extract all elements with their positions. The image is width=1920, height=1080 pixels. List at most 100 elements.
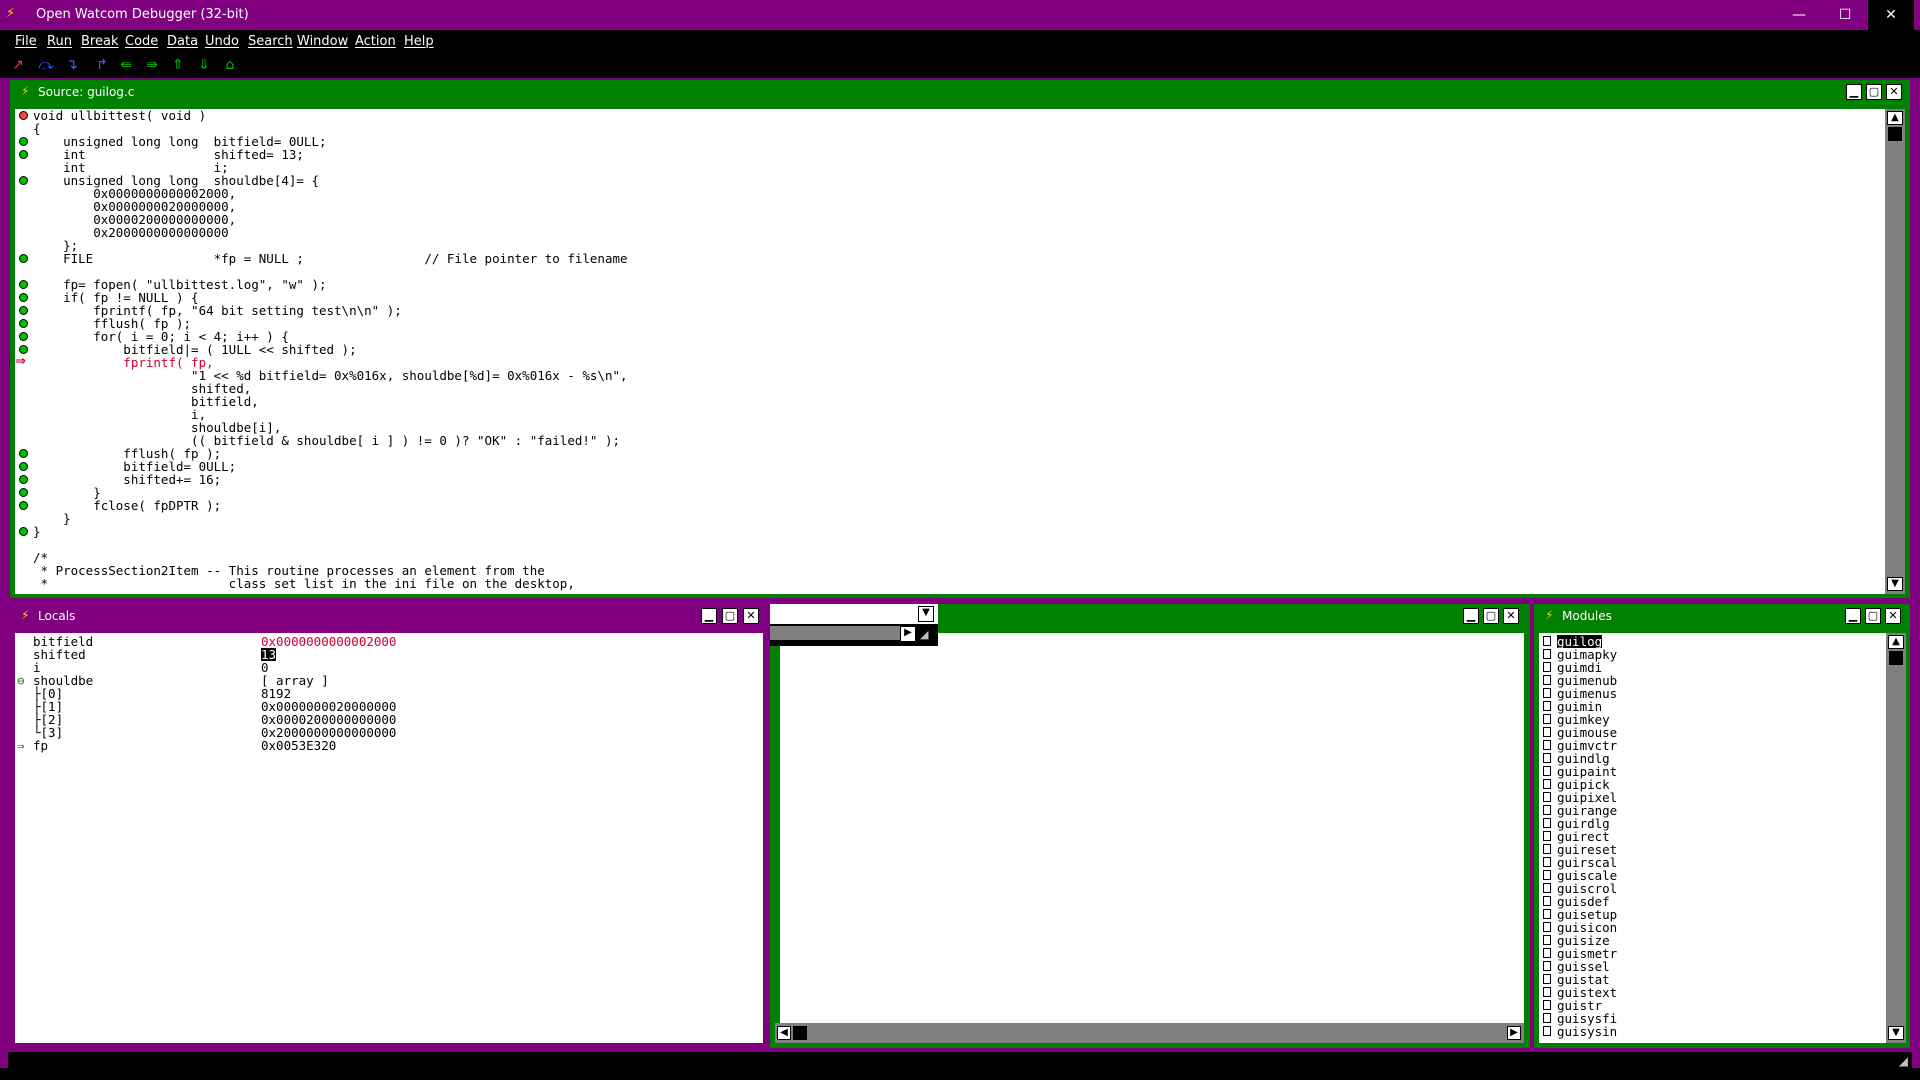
down-stack-icon[interactable]: ⇓ — [195, 56, 213, 74]
scroll-down-icon[interactable]: ▼ — [1887, 577, 1903, 591]
menu-code[interactable]: Code — [125, 34, 158, 49]
breakpoint-marker-icon[interactable] — [19, 345, 28, 354]
maximize-button[interactable]: ☐ — [1822, 0, 1868, 30]
source-minimize-button[interactable]: ▁ — [1846, 84, 1862, 100]
go-icon[interactable]: ↗ — [9, 56, 27, 74]
middle-maximize-button[interactable]: ▢ — [1483, 608, 1499, 624]
source-line[interactable]: 0x2000000000000000 — [33, 226, 628, 239]
up-stack-icon[interactable]: ⇑ — [169, 56, 187, 74]
resize-grip-icon[interactable]: ◢ — [1899, 1054, 1908, 1068]
variable-value[interactable]: 0x0000000000002000 — [261, 635, 396, 648]
combo-field[interactable] — [770, 604, 938, 624]
source-close-button[interactable]: ✕ — [1886, 84, 1902, 100]
menu-run[interactable]: Run — [47, 34, 72, 49]
locals-window-titlebar[interactable]: ⚡ Locals ▁ ▢ ✕ — [10, 604, 770, 628]
middle-client[interactable] — [780, 633, 1524, 1023]
locals-view[interactable]: bitfield 0x0000000000002000 shifted 13 i 0 ⊖ sh… — [15, 633, 763, 1043]
breakpoint-marker-icon[interactable] — [19, 319, 28, 328]
source-maximize-button[interactable]: ▢ — [1866, 84, 1882, 100]
source-line[interactable]: } — [33, 525, 628, 538]
locals-minimize-button[interactable]: ▁ — [701, 608, 717, 624]
module-item[interactable]: guisysin — [1539, 1025, 1886, 1038]
menu-file[interactable]: File — [15, 34, 37, 49]
minimize-button[interactable]: — — [1776, 0, 1822, 30]
step-over-icon[interactable]: ⤼ — [37, 56, 55, 74]
module-name: guisysin — [1557, 1024, 1618, 1039]
scroll-thumb[interactable] — [1888, 127, 1902, 141]
document-icon — [1543, 805, 1551, 815]
document-icon — [1543, 662, 1551, 672]
breakpoint-marker-icon[interactable] — [19, 293, 28, 302]
redo-icon[interactable]: ⇛ — [143, 56, 161, 74]
undo-icon[interactable]: ⇚ — [117, 56, 135, 74]
breakpoint-marker-icon[interactable] — [19, 254, 28, 263]
home-icon[interactable]: ⌂ — [221, 56, 239, 74]
scroll-right-icon[interactable]: ▶ — [900, 626, 916, 642]
variable-value[interactable]: 0x0053E320 — [261, 739, 336, 752]
source-line[interactable]: } — [33, 512, 628, 525]
middle-minimize-button[interactable]: ▁ — [1463, 608, 1479, 624]
locals-row[interactable]: bitfield 0x0000000000002000 — [15, 635, 763, 648]
source-line[interactable]: FILE *fp = NULL ; // File pointer to fil… — [33, 252, 627, 265]
source-line[interactable] — [33, 538, 628, 551]
locals-close-button[interactable]: ✕ — [743, 608, 759, 624]
breakpoint-marker-icon[interactable] — [19, 475, 28, 484]
document-icon — [1543, 779, 1551, 789]
document-icon — [1543, 896, 1551, 906]
menu-action[interactable]: Action — [355, 34, 396, 49]
close-button[interactable]: ✕ — [1868, 0, 1914, 30]
locals-row[interactable]: ⊖ shouldbe[ array ] — [15, 674, 763, 687]
menu-help[interactable]: Help — [404, 34, 434, 49]
breakpoint-marker-icon[interactable] — [19, 527, 28, 536]
modules-list[interactable]: guilog guimapky guimdi guimenub guimenus guim… — [1539, 633, 1886, 1043]
resize-grip-icon[interactable]: ◢ — [920, 628, 934, 642]
menu-data[interactable]: Data — [167, 34, 198, 49]
return-icon[interactable]: ↱ — [93, 56, 111, 74]
menu-window[interactable]: Window — [297, 34, 348, 49]
menu-undo[interactable]: Undo — [205, 34, 239, 49]
breakpoint-marker-icon[interactable] — [19, 137, 28, 146]
modules-maximize-button[interactable]: ▢ — [1865, 608, 1881, 624]
modules-close-button[interactable]: ✕ — [1885, 608, 1901, 624]
source-line[interactable]: shifted+= 16; — [33, 473, 628, 486]
middle-horizontal-scrollbar[interactable]: ◀ ▶ — [775, 1023, 1524, 1043]
breakpoint-active-icon[interactable] — [19, 111, 28, 120]
middle-close-button[interactable]: ✕ — [1503, 608, 1519, 624]
modules-vertical-scrollbar[interactable]: ▲ ▼ — [1886, 633, 1906, 1043]
menu-break[interactable]: Break — [81, 34, 118, 49]
modules-minimize-button[interactable]: ▁ — [1845, 608, 1861, 624]
scroll-thumb[interactable] — [1889, 651, 1903, 665]
scroll-right-icon[interactable]: ▶ — [1507, 1026, 1521, 1040]
source-line[interactable]: * class set list in the ini file on the … — [33, 577, 628, 590]
breakpoint-marker-icon[interactable] — [19, 449, 28, 458]
breakpoint-marker-icon[interactable] — [19, 488, 28, 497]
trace-into-icon[interactable]: ↴ — [63, 56, 81, 74]
breakpoint-marker-icon[interactable] — [19, 150, 28, 159]
modules-window-titlebar[interactable]: ⚡ Modules ▁ ▢ ✕ — [1534, 604, 1910, 628]
breakpoint-marker-icon[interactable] — [19, 280, 28, 289]
scroll-up-icon[interactable]: ▲ — [1888, 635, 1904, 649]
source-window-titlebar[interactable]: ⚡ Source: guilog.c ▁ ▢ ✕ — [10, 80, 1910, 104]
locals-row[interactable]: ⇒ fp 0x0053E320 — [15, 739, 763, 752]
scroll-down-icon[interactable]: ▼ — [1888, 1026, 1904, 1040]
source-line[interactable]: void ullbittest( void ) — [33, 109, 628, 122]
breakpoint-marker-icon[interactable] — [19, 501, 28, 510]
breakpoint-marker-icon[interactable] — [19, 332, 28, 341]
breakpoint-marker-icon[interactable] — [19, 462, 28, 471]
source-code-view[interactable]: ⇒ void ullbittest( void ){ unsigned long… — [15, 109, 1885, 594]
source-vertical-scrollbar[interactable]: ▲ ▼ — [1885, 109, 1905, 594]
menu-search[interactable]: Search — [248, 34, 293, 49]
locals-maximize-button[interactable]: ▢ — [722, 608, 738, 624]
source-line[interactable]: fclose( fpDPTR ); — [33, 499, 628, 512]
source-window-title: Source: guilog.c — [38, 85, 135, 99]
scroll-up-icon[interactable]: ▲ — [1887, 111, 1903, 125]
scroll-thumb[interactable] — [793, 1026, 807, 1040]
combo-scroll-track[interactable] — [770, 626, 900, 640]
locals-row[interactable]: └[3] 0x2000000000000000 — [15, 726, 763, 739]
breakpoint-marker-icon[interactable] — [19, 176, 28, 185]
locals-row[interactable]: shifted 13 — [15, 648, 763, 661]
breakpoint-marker-icon[interactable] — [19, 306, 28, 315]
scroll-left-icon[interactable]: ◀ — [777, 1026, 791, 1040]
locals-row[interactable]: i0 — [15, 661, 763, 674]
chevron-down-icon[interactable]: ▼ — [918, 606, 934, 622]
